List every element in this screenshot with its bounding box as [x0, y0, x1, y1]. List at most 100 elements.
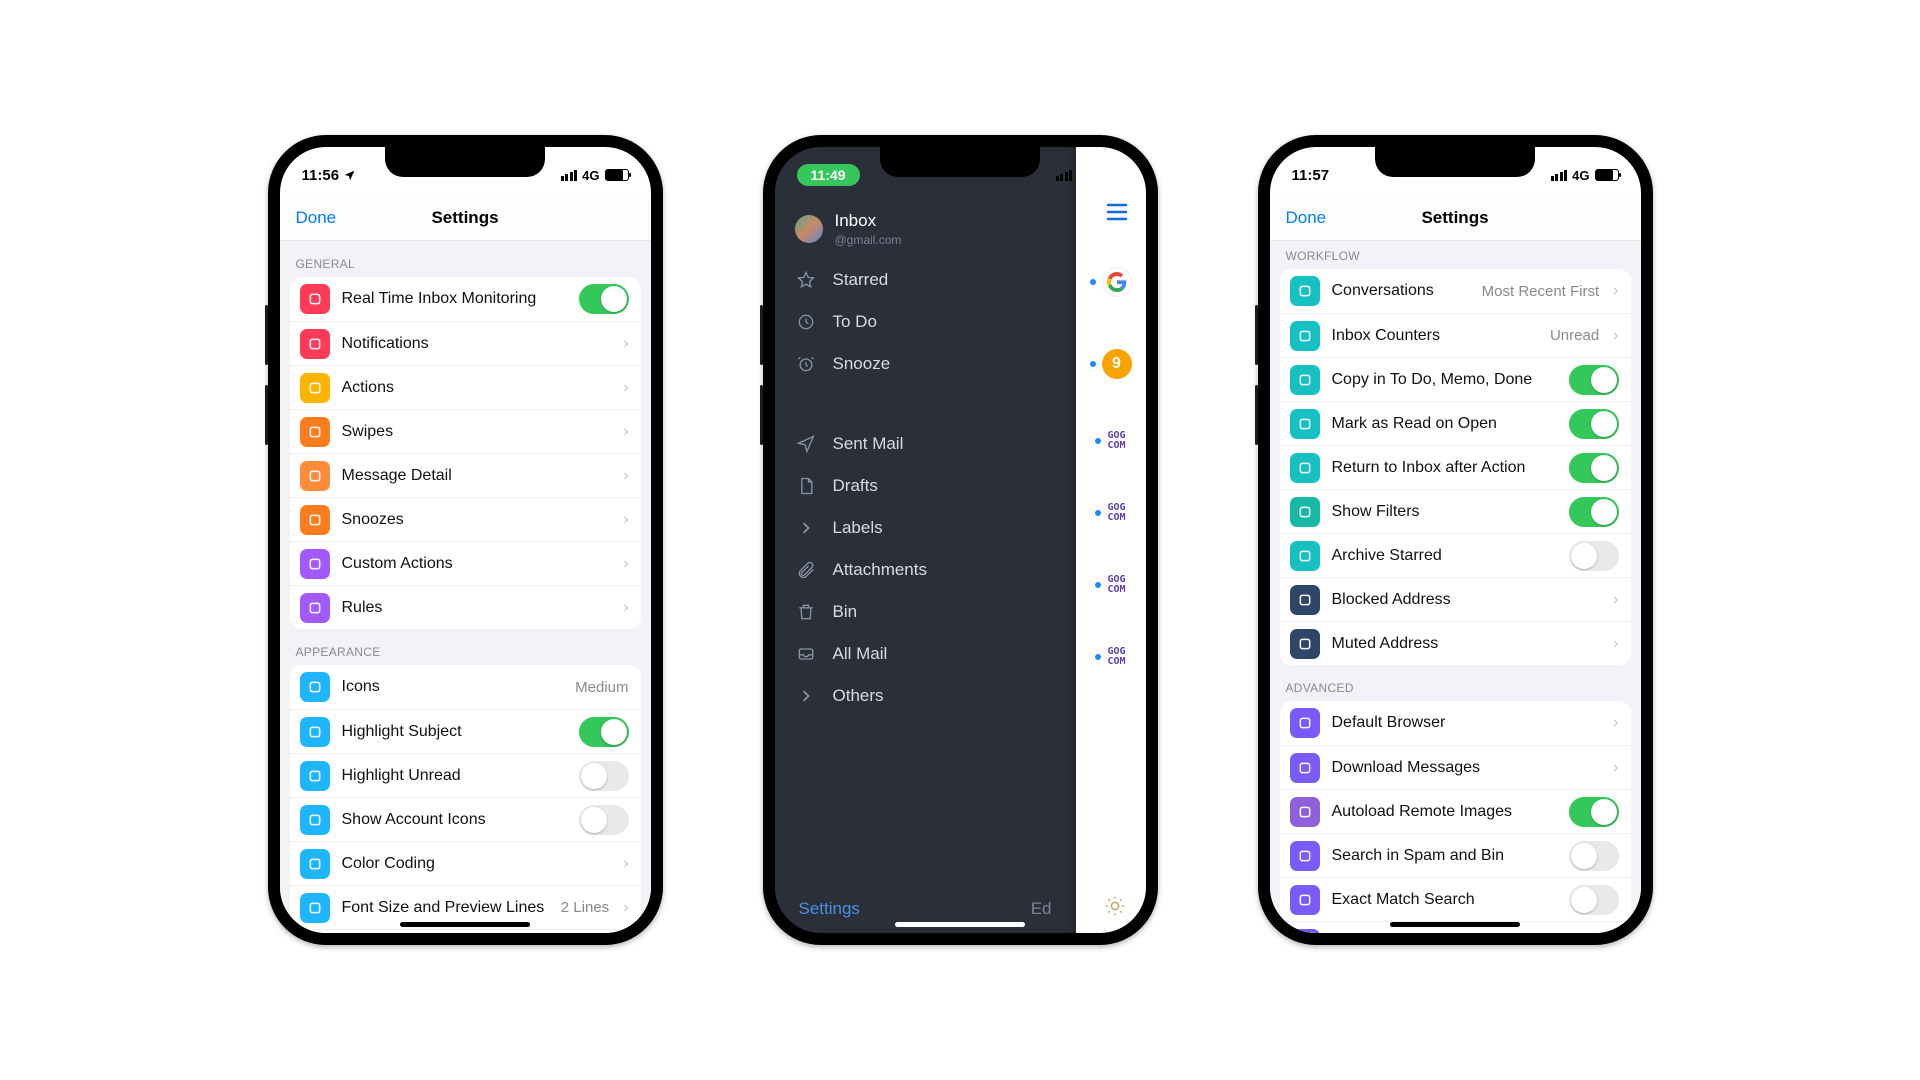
inbox-peek[interactable]: 9 GOG COM GOG COM GOG COM GOG COM	[1076, 147, 1146, 933]
hamburger-icon[interactable]	[1106, 203, 1128, 221]
row-icon	[300, 593, 330, 623]
peek-item[interactable]: GOG COM	[1076, 503, 1146, 523]
toggle[interactable]	[1569, 453, 1619, 483]
toggle[interactable]	[1569, 409, 1619, 439]
settings-row[interactable]: Exact Match Search	[1280, 877, 1631, 921]
toggle[interactable]	[1569, 885, 1619, 915]
settings-row[interactable]: Download Messages›	[1280, 745, 1631, 789]
peek-item[interactable]: GOG COM	[1076, 431, 1146, 451]
settings-row[interactable]: Autoload Remote Images	[1280, 789, 1631, 833]
drawer-item-label: Attachments	[833, 560, 928, 580]
home-indicator[interactable]	[400, 922, 530, 927]
toggle[interactable]	[1569, 841, 1619, 871]
drawer-item[interactable]: All Mail	[775, 633, 1076, 675]
settings-row[interactable]: Rules›	[290, 585, 641, 629]
settings-row[interactable]: Muted Address›	[1280, 621, 1631, 665]
drawer-item[interactable]: Attachments	[775, 549, 1076, 591]
settings-row[interactable]: Highlight Subject	[290, 709, 641, 753]
notch	[880, 147, 1040, 177]
drawer-item[interactable]: Starred	[775, 259, 1076, 301]
settings-row[interactable]: Message Detail›	[290, 453, 641, 497]
toggle[interactable]	[1569, 541, 1619, 571]
settings-row[interactable]: Default Browser›	[1280, 701, 1631, 745]
settings-content[interactable]: WORKFLOW ConversationsMost Recent First›…	[1270, 241, 1641, 933]
chevron-right-icon: ›	[623, 511, 628, 529]
peek-item[interactable]: GOG COM	[1076, 647, 1146, 667]
settings-row[interactable]: Snoozes›	[290, 497, 641, 541]
row-label: Notifications	[342, 335, 610, 353]
row-icon	[1290, 841, 1320, 871]
account-email: @gmail.com	[835, 233, 902, 247]
section-general: GENERAL Real Time Inbox Monitoring Notifi…	[280, 241, 651, 629]
chevron-right-icon: ›	[623, 555, 628, 573]
settings-row[interactable]: Search in Spam and Bin	[1280, 833, 1631, 877]
settings-row[interactable]: Return to Inbox after Action	[1280, 445, 1631, 489]
drawer-item[interactable]: Labels	[775, 507, 1076, 549]
done-button[interactable]: Done	[296, 208, 337, 228]
peek-item[interactable]: GOG COM	[1076, 575, 1146, 595]
row-icon	[300, 505, 330, 535]
chevron-right-icon: ›	[623, 379, 628, 397]
chevron-right-icon: ›	[1613, 591, 1618, 609]
toggle[interactable]	[579, 761, 629, 791]
badge-avatar-icon: 9	[1102, 349, 1132, 379]
home-indicator[interactable]	[895, 922, 1025, 927]
settings-row[interactable]: IconsMedium	[290, 665, 641, 709]
drawer-item[interactable]: Snooze	[775, 343, 1076, 385]
star-icon	[795, 269, 817, 291]
home-indicator[interactable]	[1390, 922, 1520, 927]
inbox-title: Inbox	[835, 211, 902, 231]
settings-row[interactable]: Highlight Unread	[290, 753, 641, 797]
toggle[interactable]	[579, 717, 629, 747]
row-value: Most Recent First	[1482, 283, 1600, 300]
settings-row[interactable]: Notifications ›	[290, 321, 641, 365]
nav-drawer[interactable]: 11:49 4G Inbox @gmail.com StarredTo DoSn…	[775, 147, 1076, 933]
done-button[interactable]: Done	[1286, 208, 1327, 228]
chevron-right-icon: ›	[623, 335, 628, 353]
section-header: ADVANCED	[1270, 665, 1641, 701]
drawer-item-label: To Do	[833, 312, 877, 332]
toggle[interactable]	[1569, 365, 1619, 395]
row-icon	[300, 373, 330, 403]
settings-row[interactable]: Show Filters	[1280, 489, 1631, 533]
drawer-item[interactable]: Others	[775, 675, 1076, 717]
status-time-pill[interactable]: 11:49	[797, 164, 860, 186]
drawer-item[interactable]: Sent Mail	[775, 423, 1076, 465]
settings-row[interactable]: Inbox CountersUnread›	[1280, 313, 1631, 357]
toggle[interactable]	[1569, 497, 1619, 527]
section-appearance: APPEARANCE IconsMediumHighlight SubjectH…	[280, 629, 651, 933]
settings-row[interactable]: Swipes›	[290, 409, 641, 453]
settings-row[interactable]: Color Coding›	[290, 841, 641, 885]
settings-row[interactable]: ConversationsMost Recent First›	[1280, 269, 1631, 313]
settings-content[interactable]: GENERAL Real Time Inbox Monitoring Notifi…	[280, 241, 651, 933]
settings-row[interactable]: Archive Starred	[1280, 533, 1631, 577]
drawer-item[interactable]: Bin	[775, 591, 1076, 633]
toggle[interactable]	[579, 284, 629, 314]
toggle[interactable]	[1569, 797, 1619, 827]
battery-icon	[605, 169, 629, 181]
brightness-icon[interactable]	[1104, 895, 1126, 917]
drawer-item[interactable]: To Do	[775, 301, 1076, 343]
account-header[interactable]: Inbox @gmail.com	[775, 195, 1076, 251]
settings-row[interactable]: DescriptionEmail Address›	[290, 929, 641, 933]
row-icon	[300, 549, 330, 579]
drawer-edit-link[interactable]: Ed	[1031, 899, 1052, 919]
settings-row[interactable]: Copy in To Do, Memo, Done	[1280, 357, 1631, 401]
settings-row[interactable]: Mark as Read on Open	[1280, 401, 1631, 445]
drawer-item[interactable]: Drafts	[775, 465, 1076, 507]
row-label: Real Time Inbox Monitoring	[342, 290, 567, 308]
chevron-right-icon: ›	[1613, 714, 1618, 732]
section-header: GENERAL	[280, 241, 651, 277]
row-icon	[1290, 453, 1320, 483]
settings-row[interactable]: Real Time Inbox Monitoring	[290, 277, 641, 321]
drawer-settings-link[interactable]: Settings	[799, 899, 860, 919]
settings-row[interactable]: Blocked Address›	[1280, 577, 1631, 621]
peek-item[interactable]	[1076, 267, 1146, 297]
row-label: Show Account Icons	[342, 811, 567, 829]
peek-item[interactable]: 9	[1076, 349, 1146, 379]
settings-row[interactable]: Actions›	[290, 365, 641, 409]
settings-row[interactable]: Show Account Icons	[290, 797, 641, 841]
row-icon	[1290, 753, 1320, 783]
toggle[interactable]	[579, 805, 629, 835]
settings-row[interactable]: Custom Actions›	[290, 541, 641, 585]
